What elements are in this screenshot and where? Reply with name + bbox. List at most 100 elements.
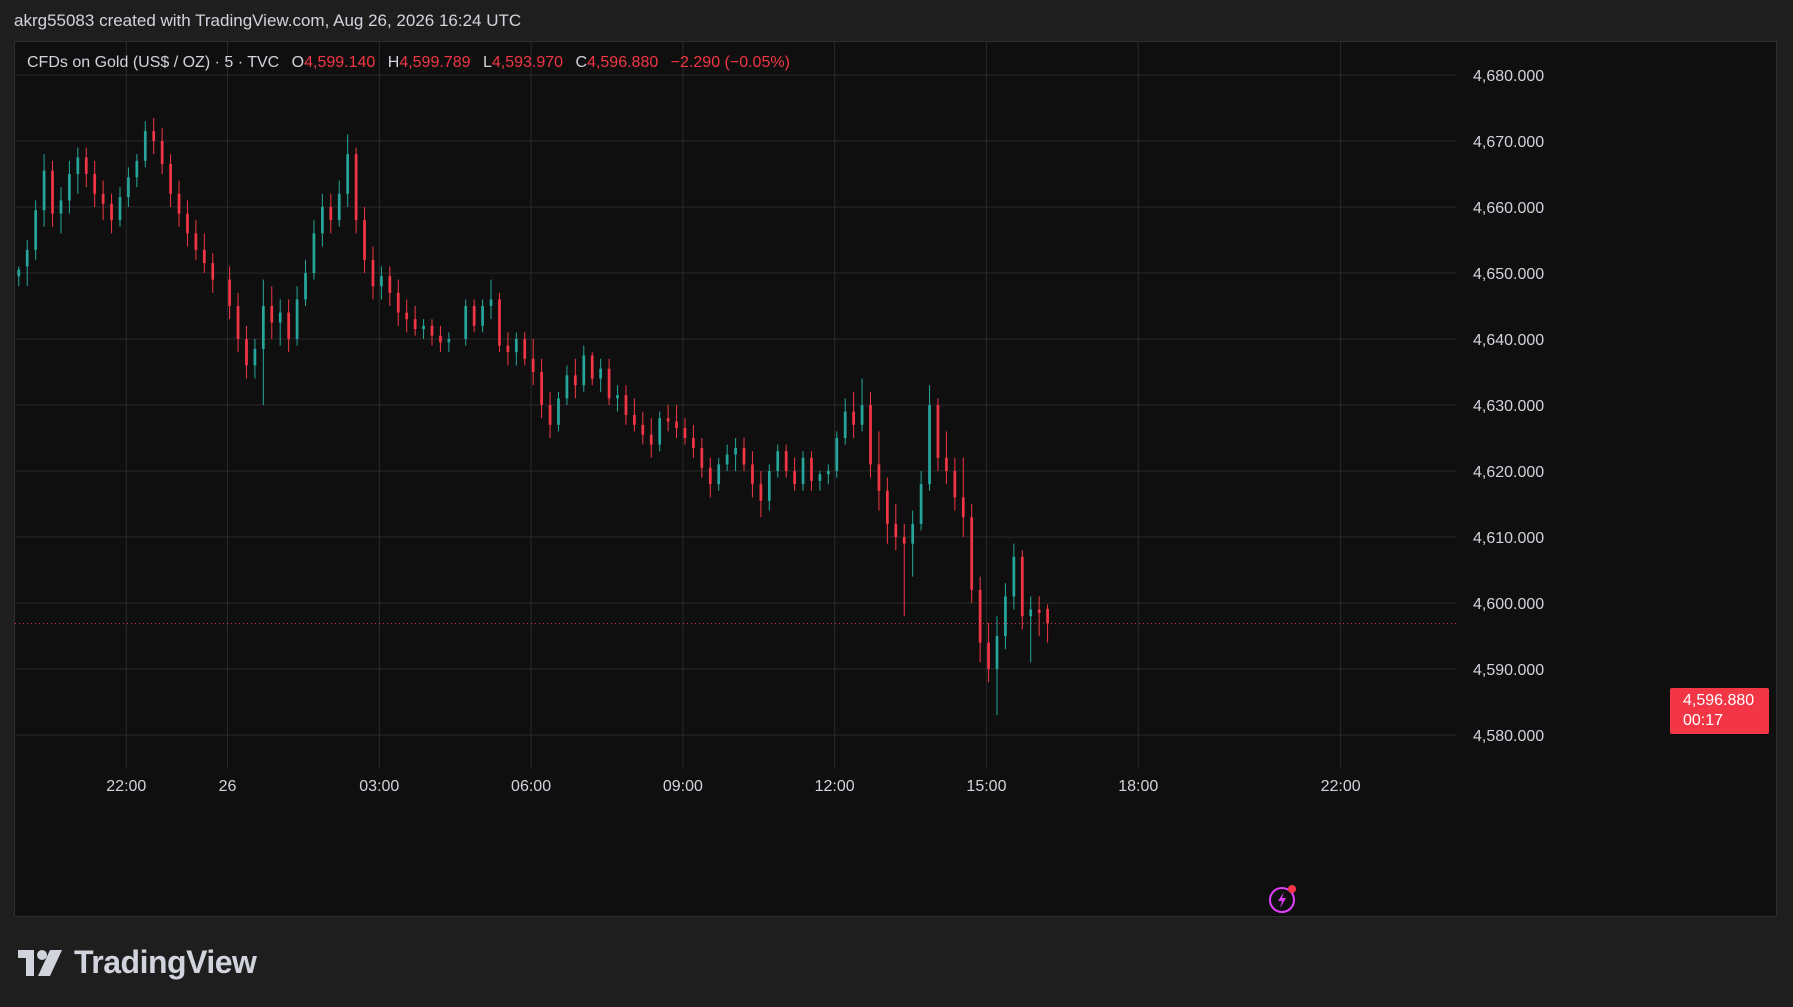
- candle-body: [616, 395, 619, 399]
- candle-body: [59, 200, 63, 214]
- close-value: 4,596.880: [587, 54, 659, 71]
- y-tick-label: 4,640.000: [1473, 332, 1544, 349]
- ohlc-legend: CFDs on Gold (US$ / OZ) · 5 · TVC O4,599…: [27, 54, 790, 72]
- candle-body: [877, 464, 881, 491]
- candlestick-chart[interactable]: 4,580.000 4,590.000 4,600.000 4,610.000 4,62…: [15, 42, 1778, 918]
- candle-body: [481, 306, 484, 326]
- candle-body: [42, 170, 46, 211]
- candle-body: [953, 471, 957, 498]
- candle-body: [514, 339, 518, 353]
- candle-body: [464, 306, 468, 339]
- close-label: C: [575, 54, 588, 71]
- candle-body: [211, 263, 215, 280]
- candle-body: [843, 411, 847, 438]
- candle-body: [413, 319, 417, 330]
- x-tick-label: 22:00: [106, 778, 146, 795]
- candle-body: [34, 210, 38, 250]
- candle-body: [17, 269, 21, 277]
- candle-body: [447, 339, 451, 343]
- chart-panel[interactable]: 4,580.000 4,590.000 4,600.000 4,610.000 4,62…: [14, 41, 1777, 917]
- candle-body: [886, 490, 889, 524]
- candle-body: [321, 207, 324, 234]
- candle-body: [624, 395, 628, 415]
- candle-body: [430, 325, 434, 336]
- change-value: −2.290 (−0.05%): [670, 54, 790, 71]
- y-tick-label: 4,610.000: [1473, 530, 1544, 547]
- candle-body: [1029, 609, 1033, 617]
- candle-body: [818, 474, 822, 481]
- symbol-label[interactable]: CFDs on Gold (US$ / OZ) · 5 · TVC: [27, 54, 279, 71]
- high-value: 4,599.789: [399, 54, 471, 71]
- candle-body: [801, 457, 805, 485]
- candle-body: [51, 170, 54, 214]
- candle-body: [346, 154, 350, 194]
- candle-body: [25, 249, 29, 267]
- candle-body: [902, 537, 906, 544]
- candle-body: [194, 233, 198, 250]
- candle-body: [666, 418, 670, 422]
- candle-body: [371, 259, 375, 287]
- candle-body: [641, 424, 645, 435]
- candle-body: [767, 471, 771, 501]
- candle-body: [565, 375, 569, 399]
- candle-body: [725, 454, 729, 465]
- brand-name: TradingView: [74, 944, 257, 980]
- lightning-icon[interactable]: [1268, 884, 1298, 914]
- candle-body: [1004, 596, 1007, 636]
- candle-body: [506, 345, 510, 353]
- candle-body: [776, 451, 780, 471]
- candle-body: [708, 467, 712, 485]
- candle-body: [793, 471, 796, 485]
- candle-body: [118, 197, 122, 221]
- x-tick-label: 15:00: [966, 778, 1006, 795]
- candle-body: [68, 174, 71, 201]
- candle-body: [202, 249, 206, 264]
- candle-body: [177, 193, 181, 214]
- y-tick-label: 4,580.000: [1473, 728, 1544, 745]
- candle-body: [810, 457, 813, 481]
- candle-body: [961, 497, 965, 518]
- candle-body: [245, 339, 248, 366]
- y-tick-label: 4,650.000: [1473, 266, 1544, 283]
- candle-body: [253, 348, 257, 366]
- candle-body: [405, 312, 409, 320]
- candle-body: [911, 523, 915, 544]
- candle-body: [826, 471, 830, 475]
- candle-body: [270, 306, 274, 323]
- candle-body: [329, 207, 333, 221]
- candle-body: [304, 273, 307, 300]
- x-tick-label: 12:00: [815, 778, 855, 795]
- candle-body: [127, 177, 130, 198]
- last-price-value: 4,596.880: [1683, 692, 1755, 709]
- high-label: H: [387, 54, 400, 71]
- candle-body: [228, 279, 231, 306]
- candle-body: [573, 375, 577, 386]
- y-tick-label: 4,660.000: [1473, 200, 1544, 217]
- candle-body: [683, 428, 687, 438]
- candle-body: [700, 447, 704, 468]
- candle-body: [633, 414, 636, 425]
- y-tick-label: 4,630.000: [1473, 398, 1544, 415]
- tradingview-brand[interactable]: TradingView: [18, 944, 257, 981]
- candle-body: [1046, 608, 1049, 624]
- candle-body: [354, 154, 358, 221]
- candle-body: [76, 157, 80, 174]
- y-tick-label: 4,590.000: [1473, 662, 1544, 679]
- candle-body: [734, 447, 737, 455]
- chart-attribution: akrg55083 created with TradingView.com, …: [14, 11, 522, 30]
- candle-body: [337, 193, 341, 221]
- candle-body: [160, 141, 164, 165]
- candle-body: [649, 434, 653, 445]
- y-tick-label: 4,670.000: [1473, 134, 1544, 151]
- candle-body: [784, 451, 788, 471]
- candle-body: [548, 405, 552, 425]
- candle-body: [995, 636, 999, 669]
- candle-body: [396, 292, 400, 313]
- candle-body: [312, 233, 316, 273]
- candle-body: [675, 421, 678, 429]
- candle-body: [261, 306, 265, 349]
- candle-body: [540, 372, 543, 405]
- candle-body: [751, 464, 754, 485]
- candle-body: [852, 411, 855, 425]
- candle-body: [498, 299, 501, 346]
